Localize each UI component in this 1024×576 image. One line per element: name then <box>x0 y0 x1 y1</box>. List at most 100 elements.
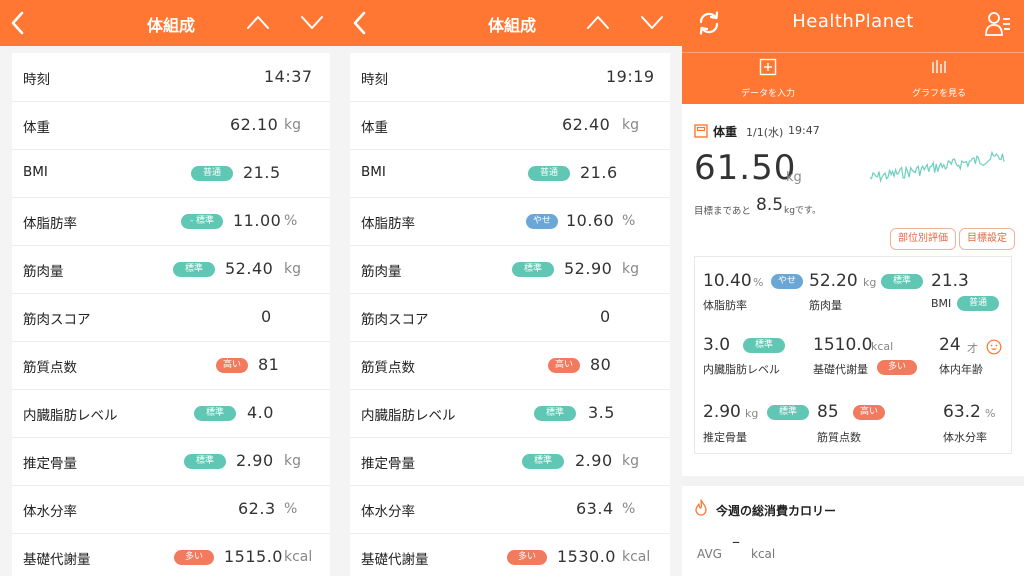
status-badge: 標準 <box>534 406 576 421</box>
metrics-grid: 10.40 % やせ 体脂肪率 52.20 kg 標準 筋肉量 21.3 BMI… <box>694 256 1012 454</box>
status-badge: 標準 <box>522 454 564 469</box>
row-unit: kcal <box>622 549 651 565</box>
weekly-calorie-title: 今週の総消費カロリー <box>716 504 837 518</box>
row-bone-mass: 推定骨量 標準 2.90 kg <box>12 437 330 486</box>
body-age-label: 体内年齢 <box>939 363 983 376</box>
row-weight: 体重 62.40 kg <box>350 101 670 150</box>
weight-label: 体重 <box>713 125 738 139</box>
row-value: 52.40 <box>225 259 274 278</box>
row-muscle-score: 筋肉スコア 0 <box>12 293 330 342</box>
row-unit: % <box>622 213 636 229</box>
visceral-badge: 標準 <box>743 338 785 353</box>
row-label: 筋質点数 <box>361 360 415 376</box>
muscle-value: 52.20 <box>809 271 858 291</box>
row-value: 52.90 <box>564 259 613 278</box>
status-badge: 標準 <box>184 454 226 469</box>
sparkline-series <box>869 150 1005 184</box>
muscle-unit: kg <box>863 276 877 289</box>
avg-unit: kcal <box>751 547 776 561</box>
body-fat-unit: % <box>753 276 764 289</box>
row-body-water: 体水分率 63.4 % <box>350 485 670 534</box>
row-label: 時刻 <box>23 72 50 88</box>
visceral-value: 3.0 <box>703 335 731 355</box>
weight-unit: kg <box>786 170 802 185</box>
row-unit: kg <box>622 117 639 133</box>
weight-sparkline[interactable] <box>868 142 1006 190</box>
chevron-down-icon[interactable] <box>300 14 324 30</box>
data-input-label: データを入力 <box>740 89 795 99</box>
body-age-value: 24 <box>939 335 961 355</box>
status-badge: 標準 <box>173 262 215 277</box>
chevron-up-icon[interactable] <box>246 14 270 30</box>
row-bmr: 基礎代謝量 多い 1515.0 kcal <box>12 533 330 576</box>
row-label: 筋質点数 <box>23 360 77 376</box>
divider <box>682 52 1024 53</box>
row-value: 10.60 <box>566 211 615 230</box>
row-unit: % <box>284 213 298 229</box>
row-value: 2.90 <box>575 451 613 470</box>
status-badge: 普通 <box>528 166 570 181</box>
body-fat-value: 10.40 <box>703 271 752 291</box>
water-value: 63.2 <box>943 402 981 422</box>
row-label: 筋肉スコア <box>23 312 91 328</box>
row-label: 筋肉スコア <box>361 312 429 328</box>
bone-value: 2.90 <box>703 402 741 422</box>
row-unit: kg <box>622 453 639 469</box>
status-badge: 標準 <box>512 262 554 277</box>
header-title: 体組成 <box>487 16 536 35</box>
bmi-value: 21.3 <box>931 271 969 291</box>
goal-prefix: 目標まであと <box>694 206 751 217</box>
row-value: 62.40 <box>562 115 611 134</box>
goal-suffix: kgです。 <box>784 206 822 216</box>
body-fat-label: 体脂肪率 <box>703 299 747 312</box>
graph-view-button[interactable]: グラフを見る <box>889 56 989 102</box>
measurement-list: 時刻 14:37 体重 62.10 kg BMI 普通 21.5 体脂肪率 - … <box>12 53 330 576</box>
row-label: 基礎代謝量 <box>23 552 91 568</box>
row-value: 63.4 <box>576 499 614 518</box>
user-settings-icon[interactable] <box>984 10 1012 38</box>
row-label: 内臓脂肪レベル <box>361 408 456 424</box>
app-header: HealthPlanet <box>682 0 1024 46</box>
row-label: 基礎代謝量 <box>361 552 429 568</box>
chevron-up-icon[interactable] <box>586 14 610 30</box>
row-unit: kg <box>622 261 639 277</box>
row-value: 21.6 <box>580 163 618 182</box>
row-value: 11.00 <box>233 211 282 230</box>
data-input-button[interactable]: データを入力 <box>718 56 818 102</box>
row-value: 21.5 <box>243 163 281 182</box>
goal-value: 8.5 <box>756 195 784 215</box>
row-bone-mass: 推定骨量 標準 2.90 kg <box>350 437 670 486</box>
bmi-label: BMI <box>931 297 952 310</box>
row-value: 14:37 <box>264 67 313 86</box>
graph-view-label: グラフを見る <box>911 89 966 99</box>
status-badge: - 標準 <box>181 214 223 229</box>
healthplanet-panel: HealthPlanet データを入力 グラフを見る 体重 1/1(水) 19:… <box>682 0 1024 576</box>
scale-icon <box>694 124 708 138</box>
body-composition-panel-2: 体組成 時刻 19:19 体重 62.40 kg BMI 普通 21.6 体脂肪… <box>342 0 682 576</box>
row-value: 19:19 <box>606 67 655 86</box>
avg-label: AVG <box>697 547 722 561</box>
row-muscle: 筋肉量 標準 52.40 kg <box>12 245 330 294</box>
bone-badge: 標準 <box>767 405 809 420</box>
body-fat-badge: やせ <box>771 274 803 289</box>
plus-square-icon <box>759 58 777 76</box>
row-label: 体水分率 <box>23 504 77 520</box>
chevron-down-icon[interactable] <box>640 14 664 30</box>
water-label: 体水分率 <box>943 431 987 444</box>
measure-date: 1/1(水) <box>746 126 784 139</box>
goal-setting-button[interactable]: 目標設定 <box>959 228 1015 250</box>
part-evaluation-button[interactable]: 部位別評価 <box>890 228 956 250</box>
measure-time: 19:47 <box>788 124 820 137</box>
action-bar: データを入力 グラフを見る <box>682 46 1024 104</box>
row-value: 0 <box>261 307 272 326</box>
row-time: 時刻 19:19 <box>350 53 670 102</box>
bar-graph-icon <box>932 60 946 73</box>
muscle-quality-value: 85 <box>817 402 839 422</box>
row-body-fat: 体脂肪率 やせ 10.60 % <box>350 197 670 246</box>
row-visceral-fat: 内臓脂肪レベル 標準 4.0 <box>12 389 330 438</box>
row-unit: % <box>622 501 636 517</box>
row-muscle-quality: 筋質点数 高い 81 <box>12 341 330 390</box>
muscle-quality-label: 筋質点数 <box>817 431 861 444</box>
row-bmi: BMI 普通 21.5 <box>12 149 330 198</box>
bone-label: 推定骨量 <box>703 431 747 444</box>
